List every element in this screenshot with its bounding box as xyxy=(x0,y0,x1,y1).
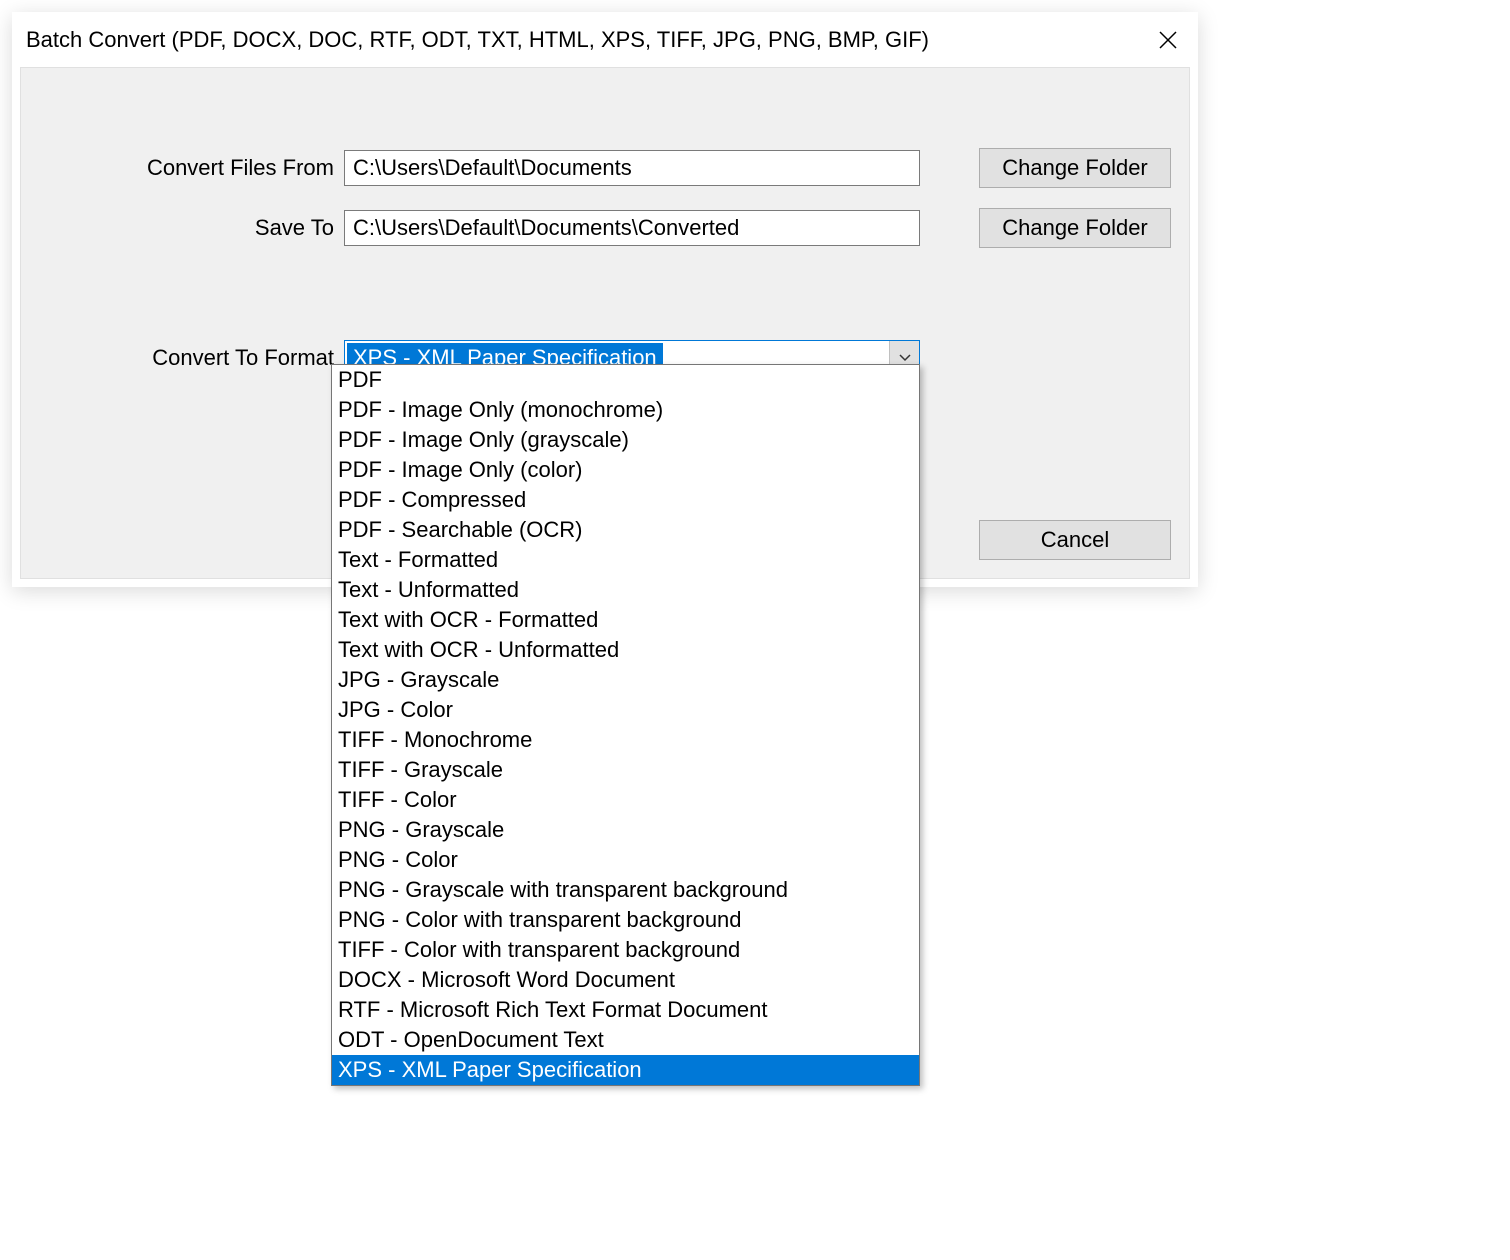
dropdown-option[interactable]: PNG - Color with transparent background xyxy=(332,905,919,935)
cancel-button[interactable]: Cancel xyxy=(979,520,1171,560)
dropdown-option[interactable]: RTF - Microsoft Rich Text Format Documen… xyxy=(332,995,919,1025)
dropdown-option[interactable]: PDF - Image Only (monochrome) xyxy=(332,395,919,425)
dropdown-option[interactable]: PDF - Image Only (grayscale) xyxy=(332,425,919,455)
dropdown-option[interactable]: PNG - Grayscale xyxy=(332,815,919,845)
dropdown-option[interactable]: XPS - XML Paper Specification xyxy=(332,1055,919,1085)
label-convert-format: Convert To Format xyxy=(21,345,344,371)
save-to-input[interactable] xyxy=(344,210,920,246)
dropdown-option[interactable]: Text - Formatted xyxy=(332,545,919,575)
dropdown-option[interactable]: Text with OCR - Unformatted xyxy=(332,635,919,665)
dropdown-option[interactable]: TIFF - Monochrome xyxy=(332,725,919,755)
change-folder-to-button[interactable]: Change Folder xyxy=(979,208,1171,248)
row-convert-from: Convert Files From Change Folder xyxy=(21,150,1189,186)
format-dropdown-list[interactable]: PDFPDF - Image Only (monochrome)PDF - Im… xyxy=(331,364,920,1086)
label-save-to: Save To xyxy=(21,215,344,241)
dropdown-option[interactable]: PNG - Color xyxy=(332,845,919,875)
close-icon[interactable] xyxy=(1152,24,1184,56)
dropdown-option[interactable]: Text with OCR - Formatted xyxy=(332,605,919,635)
row-save-to: Save To Change Folder xyxy=(21,210,1189,246)
convert-from-input[interactable] xyxy=(344,150,920,186)
dropdown-option[interactable]: PDF - Compressed xyxy=(332,485,919,515)
change-folder-from-button[interactable]: Change Folder xyxy=(979,148,1171,188)
label-convert-from: Convert Files From xyxy=(21,155,344,181)
dropdown-option[interactable]: PDF - Image Only (color) xyxy=(332,455,919,485)
dialog-title: Batch Convert (PDF, DOCX, DOC, RTF, ODT,… xyxy=(26,27,929,53)
dropdown-option[interactable]: DOCX - Microsoft Word Document xyxy=(332,965,919,995)
dropdown-option[interactable]: JPG - Grayscale xyxy=(332,665,919,695)
title-bar: Batch Convert (PDF, DOCX, DOC, RTF, ODT,… xyxy=(12,12,1198,67)
dropdown-option[interactable]: Text - Unformatted xyxy=(332,575,919,605)
dropdown-option[interactable]: TIFF - Color xyxy=(332,785,919,815)
dropdown-option[interactable]: JPG - Color xyxy=(332,695,919,725)
dropdown-option[interactable]: PDF xyxy=(332,365,919,395)
dropdown-option[interactable]: TIFF - Color with transparent background xyxy=(332,935,919,965)
dropdown-option[interactable]: PNG - Grayscale with transparent backgro… xyxy=(332,875,919,905)
dropdown-option[interactable]: ODT - OpenDocument Text xyxy=(332,1025,919,1055)
dropdown-option[interactable]: PDF - Searchable (OCR) xyxy=(332,515,919,545)
dropdown-option[interactable]: TIFF - Grayscale xyxy=(332,755,919,785)
